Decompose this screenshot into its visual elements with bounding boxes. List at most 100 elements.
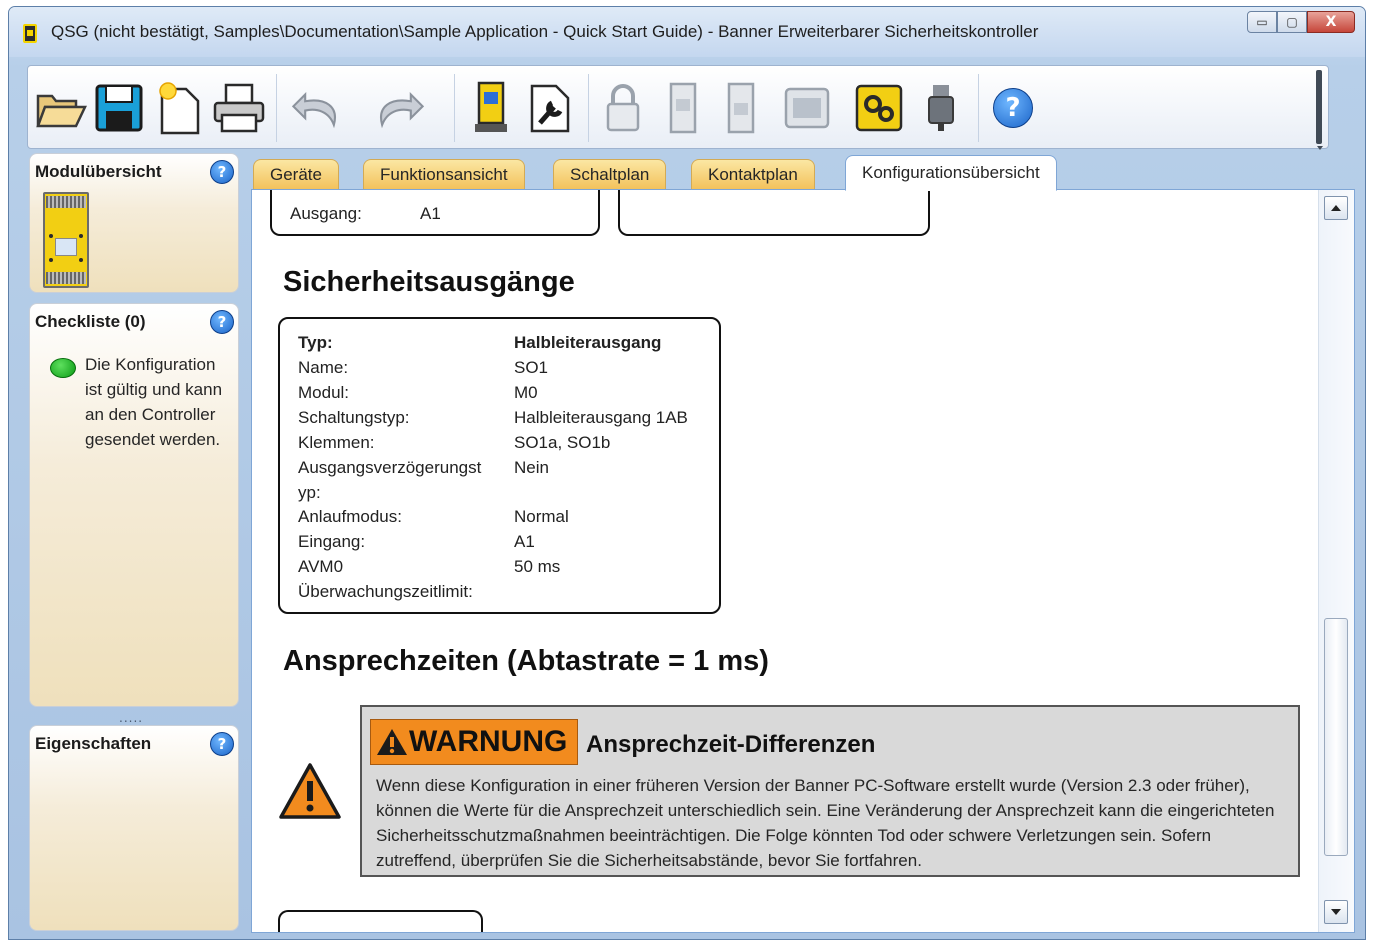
row-key: yp: — [298, 483, 321, 502]
terminal-strip — [46, 196, 86, 208]
status-ok-icon — [50, 358, 76, 378]
app-window: QSG (nicht bestätigt, Samples\Documentat… — [8, 6, 1366, 940]
lock-button[interactable] — [596, 78, 650, 138]
properties-help-icon[interactable]: ? — [210, 732, 234, 756]
row-key: Klemmen: — [298, 433, 375, 452]
properties-title: Eigenschaften — [35, 734, 152, 753]
usb-icon — [928, 85, 954, 131]
checklist-title: Checkliste (0) — [35, 312, 146, 331]
open-folder-button[interactable] — [34, 78, 88, 138]
row-value: SO1a, SO1b — [514, 433, 611, 452]
new-document-button[interactable] — [152, 78, 206, 138]
open-folder-icon — [36, 94, 87, 128]
save-button[interactable] — [92, 78, 146, 138]
module-overview-help-icon[interactable]: ? — [210, 160, 234, 184]
module-thumbnail[interactable] — [43, 192, 89, 288]
print-icon — [213, 83, 265, 133]
panel-splitter[interactable]: ..... — [119, 711, 143, 725]
arrow-down-icon — [1331, 909, 1341, 915]
print-button[interactable] — [212, 78, 266, 138]
previous-output-value: A1 — [420, 204, 441, 223]
configure-button[interactable] — [522, 78, 576, 138]
previous-block: Ausgang: A1 — [270, 190, 600, 236]
row-value: Halbleiterausgang — [514, 333, 662, 352]
warning-badge-label: WARNUNG — [409, 725, 568, 758]
row-value: Nein — [514, 458, 549, 477]
arrow-up-icon — [1331, 205, 1341, 211]
row-key: Überwachungszeitlimit: — [298, 582, 473, 601]
toolbar-separator — [454, 74, 455, 142]
redo-icon — [380, 91, 425, 129]
toolbar-separator — [978, 74, 979, 142]
display-module-icon — [784, 87, 830, 129]
redo-button[interactable] — [372, 78, 426, 138]
checklist-help-icon[interactable]: ? — [210, 310, 234, 334]
safety-output-box: Typ: Halbleiterausgang Name: SO1 Modul: M0 … — [278, 317, 721, 614]
row-value: SO1 — [514, 358, 549, 377]
module-screen — [55, 238, 77, 256]
device-icon — [475, 81, 507, 132]
toolbar-scrollbar[interactable] — [1316, 70, 1323, 150]
row-key: Schaltungstyp: — [298, 408, 410, 427]
previous-output-key: Ausgang: — [290, 204, 362, 223]
led-dot — [49, 234, 53, 238]
simulation-gears-icon — [855, 84, 903, 132]
row-value: Normal — [514, 507, 569, 526]
maximize-button[interactable]: ▢ — [1277, 11, 1307, 33]
warning-title: Ansprechzeit-Differenzen — [586, 731, 876, 758]
warning-box: WARNUNG Ansprechzeit-Differenzen Wenn di… — [360, 705, 1300, 877]
row-key: Ausgangsverzögerungst — [298, 458, 482, 477]
warning-body: Wenn diese Konfiguration in einer früher… — [376, 776, 1275, 870]
help-icon: ? — [993, 88, 1033, 128]
row-key: Modul: — [298, 383, 350, 402]
new-document-icon — [159, 82, 200, 135]
module-overview-title: Modulübersicht — [35, 162, 162, 181]
section-heading-response-times: Ansprechzeiten (Abtastrate = 1 ms) — [283, 645, 769, 677]
configuration-overview-content: Ausgang: A1 Sicherheitsausgänge Typ: Halb… — [251, 189, 1355, 933]
app-icon — [23, 24, 37, 43]
undo-icon — [291, 91, 336, 129]
minimize-button[interactable]: ▭ — [1247, 11, 1277, 33]
module-read-icon — [669, 82, 697, 134]
tab-schaltplan[interactable]: Schaltplan — [553, 159, 667, 189]
usb-button[interactable] — [914, 78, 968, 138]
scroll-thumb[interactable] — [1324, 618, 1348, 856]
tab-funktionsansicht[interactable]: Funktionsansicht — [363, 159, 525, 189]
module-read-button[interactable] — [656, 78, 710, 138]
close-button[interactable]: X — [1307, 11, 1355, 33]
warning-triangle-icon — [279, 763, 341, 819]
row-value: M0 — [514, 383, 538, 402]
undo-button[interactable] — [290, 78, 344, 138]
window-title: QSG (nicht bestätigt, Samples\Documentat… — [51, 22, 1039, 41]
led-dot — [49, 258, 53, 262]
terminal-strip — [46, 272, 86, 284]
tab-kontaktplan[interactable]: Kontaktplan — [691, 159, 815, 189]
warning-badge-icon — [377, 729, 407, 755]
configure-icon — [530, 84, 570, 133]
tab-konfigurationsuebersicht[interactable]: Konfigurationsübersicht — [845, 155, 1057, 191]
toolbar: ? — [27, 65, 1329, 150]
led-dot — [79, 258, 83, 262]
help-button[interactable]: ? — [986, 78, 1040, 138]
device-button[interactable] — [464, 78, 518, 138]
section-heading-safety-outputs: Sicherheitsausgänge — [283, 266, 575, 298]
display-module-button[interactable] — [780, 78, 834, 138]
row-value: A1 — [514, 532, 535, 551]
row-value: Halbleiterausgang 1AB — [514, 408, 688, 427]
module-write-icon — [727, 82, 755, 134]
checklist-status-text: Die Konfiguration ist gültig und kann an… — [85, 355, 223, 449]
content-scrollbar[interactable] — [1318, 190, 1354, 932]
row-key: Eingang: — [298, 532, 366, 551]
title-bar: QSG (nicht bestätigt, Samples\Documentat… — [9, 7, 1365, 57]
tab-geraete[interactable]: Geräte — [253, 159, 339, 189]
row-key: AVM0 — [298, 557, 344, 576]
next-block — [278, 910, 483, 932]
lock-icon — [606, 84, 640, 132]
scroll-down-button[interactable] — [1324, 900, 1348, 924]
led-dot — [79, 234, 83, 238]
scroll-up-button[interactable] — [1324, 196, 1348, 220]
module-write-button[interactable] — [714, 78, 768, 138]
simulation-button[interactable] — [852, 78, 906, 138]
module-overview-panel: Modulübersicht ? — [29, 153, 239, 293]
toolbar-separator — [276, 74, 277, 142]
